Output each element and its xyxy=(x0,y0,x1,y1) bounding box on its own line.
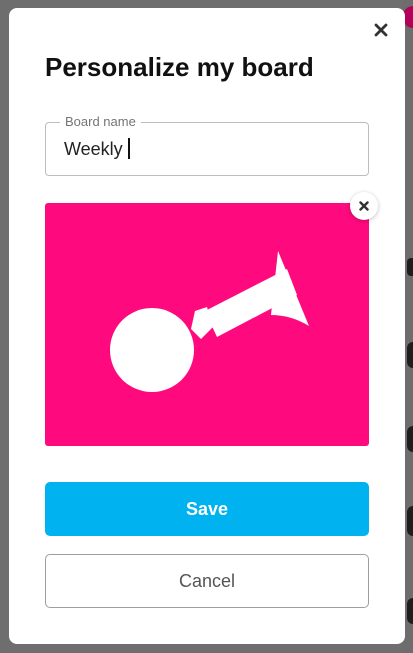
save-button[interactable]: Save xyxy=(45,482,369,536)
close-icon xyxy=(374,23,388,37)
personalize-board-dialog: Personalize my board Board name Save Can… xyxy=(9,8,405,644)
cancel-button[interactable]: Cancel xyxy=(45,554,369,608)
remove-image-button[interactable] xyxy=(350,192,378,220)
close-dialog-button[interactable] xyxy=(371,20,391,40)
background-icon xyxy=(407,342,413,368)
background-icon xyxy=(407,426,413,452)
board-image[interactable] xyxy=(45,203,369,446)
board-name-input[interactable] xyxy=(64,137,354,161)
board-name-field[interactable]: Board name xyxy=(45,115,369,176)
background-icon xyxy=(407,258,413,276)
bulb-horn-icon xyxy=(110,251,309,392)
background-icon xyxy=(407,506,413,536)
close-icon xyxy=(359,201,369,211)
text-cursor xyxy=(128,138,130,159)
dialog-title: Personalize my board xyxy=(45,52,314,82)
background-icon xyxy=(407,598,413,624)
board-name-label: Board name xyxy=(60,115,141,129)
